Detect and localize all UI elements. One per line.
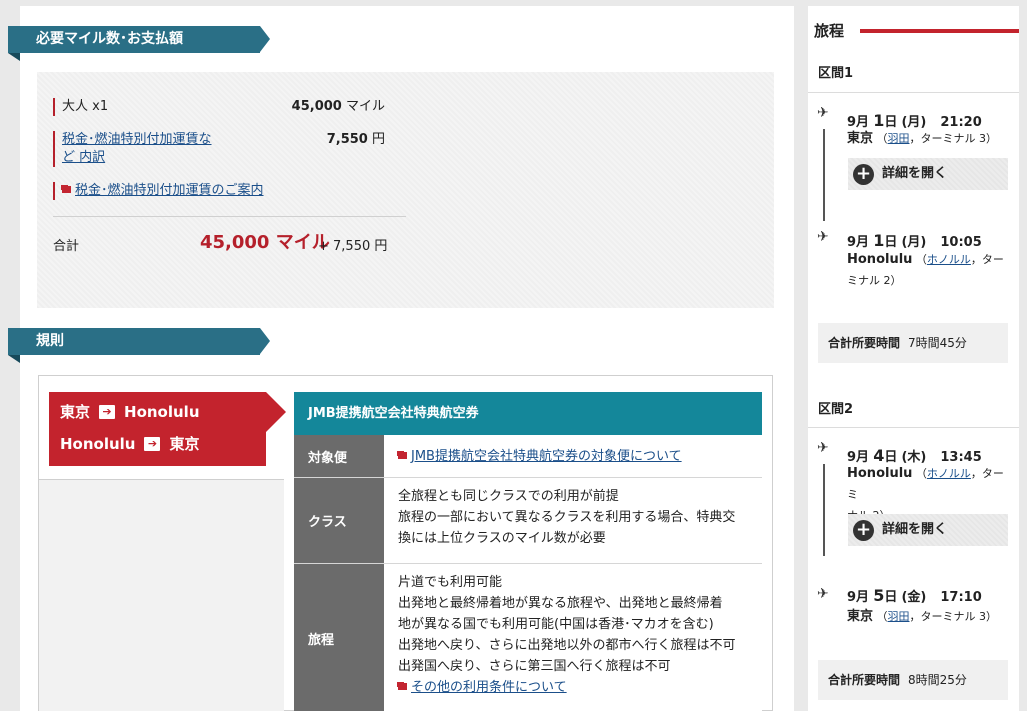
- section-title-rules: 規則: [8, 328, 270, 363]
- itinerary-title: 旅程: [814, 22, 845, 40]
- plus-icon: +: [853, 164, 874, 185]
- arrow-right-icon: ➔: [99, 405, 116, 419]
- landing-icon: ✈: [817, 229, 829, 245]
- tax-amount: 7,550: [326, 132, 368, 147]
- segment-1-arrival-place: Honolulu （ホノルル，ター ミナル 2）: [847, 252, 1004, 287]
- segment-1-details-button[interactable]: + 詳細を開く: [848, 158, 1008, 190]
- route2-from: Honolulu: [60, 435, 136, 453]
- route1-from: 東京: [60, 403, 91, 421]
- landing-icon: ✈: [817, 586, 829, 602]
- external-link-icon: [398, 452, 407, 459]
- segment-1-departure-place: 東京 （羽田，ターミナル 3）: [847, 131, 998, 146]
- rules-panel: 東京 ➔ Honolulu Honolulu ➔ 東京 JMB提携航空会社特典航…: [38, 375, 773, 711]
- total-miles: 45,000 マイル: [200, 232, 330, 253]
- adult-miles: 45,000: [291, 99, 342, 114]
- route2-to: 東京: [169, 435, 200, 453]
- segment-2-arrival-place: 東京 （羽田，ターミナル 3）: [847, 609, 998, 624]
- yen-unit: 円: [371, 132, 385, 147]
- route-column: 東京 ➔ Honolulu Honolulu ➔ 東京: [39, 376, 286, 711]
- total-label: 合計: [53, 239, 80, 254]
- other-conditions-link[interactable]: その他の利用条件について: [411, 680, 567, 695]
- rule-row-itinerary: 旅程 片道でも利用可能 出発地と最終帰着地が異なる旅程や、出発地と最終帰着 地が…: [294, 564, 762, 711]
- main-panel: 必要マイル数･お支払額 大人 x1 45,000 マイル 税金･燃油特別付加運賃…: [8, 6, 794, 711]
- itinerary-panel: 旅程 区間1 ✈ 9月 1日 (月) 21:20 東京 （羽田，ターミナル 3） …: [808, 6, 1019, 711]
- external-link-icon: [398, 683, 407, 690]
- segment-1: ✈ 9月 1日 (月) 21:20 東京 （羽田，ターミナル 3） + 詳細を開く…: [808, 92, 1019, 317]
- rules-table: JMB提携航空会社特典航空券 対象便 JMB提携航空会社特典航空券の対象便につい…: [294, 392, 762, 711]
- rule-head-itinerary: 旅程: [294, 564, 384, 711]
- tax-breakdown-link[interactable]: 税金･燃油特別付加運賃など 内訳: [62, 132, 212, 165]
- total-yen: + 7,550 円: [318, 239, 388, 254]
- airport-link[interactable]: 羽田: [888, 132, 910, 145]
- divider: [53, 216, 406, 217]
- segment-2-arrival-date: 9月 5日 (金) 17:10: [847, 586, 982, 605]
- route-tag[interactable]: 東京 ➔ Honolulu Honolulu ➔ 東京: [49, 392, 286, 466]
- adult-label: 大人: [62, 99, 89, 114]
- rule-head-class: クラス: [294, 478, 384, 563]
- takeoff-icon: ✈: [817, 105, 829, 121]
- price-summary: 大人 x1 45,000 マイル 税金･燃油特別付加運賃など 内訳 7,550 …: [37, 72, 774, 308]
- plus-icon: +: [853, 520, 874, 541]
- airport-link[interactable]: ホノルル: [927, 467, 971, 480]
- adult-count: x1: [92, 99, 109, 114]
- takeoff-icon: ✈: [817, 440, 829, 456]
- segment-1-arrival-date: 9月 1日 (月) 10:05: [847, 231, 982, 250]
- segment-2: ✈ 9月 4日 (木)13:45 Honolulu （ホノルル，ターミナル 2）…: [808, 427, 1019, 652]
- segment-2-details-button[interactable]: + 詳細を開く: [848, 514, 1008, 546]
- airport-link[interactable]: ホノルル: [927, 253, 971, 266]
- external-link-icon: [62, 186, 71, 193]
- airport-link[interactable]: 羽田: [888, 610, 910, 623]
- rule-head-flights: 対象便: [294, 435, 384, 477]
- rule-row-flights: 対象便 JMB提携航空会社特典航空券の対象便について: [294, 435, 762, 478]
- rules-table-title: JMB提携航空会社特典航空券: [294, 392, 762, 435]
- rule-row-class: クラス 全旅程とも同じクラスでの利用が前提 旅程の一部において異なるクラスを利用…: [294, 478, 762, 564]
- arrow-right-icon: ➔: [144, 437, 161, 451]
- tax-info-link[interactable]: 税金･燃油特別付加運賃のご案内: [75, 183, 264, 198]
- section-title-miles: 必要マイル数･お支払額: [8, 26, 270, 61]
- route1-to: Honolulu: [124, 403, 200, 421]
- segment-1-duration: 合計所要時間 7時間45分: [818, 323, 1008, 363]
- segment-2-label: 区間2: [818, 402, 854, 417]
- segment-2-duration: 合計所要時間 8時間25分: [818, 660, 1008, 700]
- eligible-flights-link[interactable]: JMB提携航空会社特典航空券の対象便について: [411, 449, 682, 464]
- segment-1-label: 区間1: [818, 66, 854, 81]
- miles-unit: マイル: [345, 99, 385, 114]
